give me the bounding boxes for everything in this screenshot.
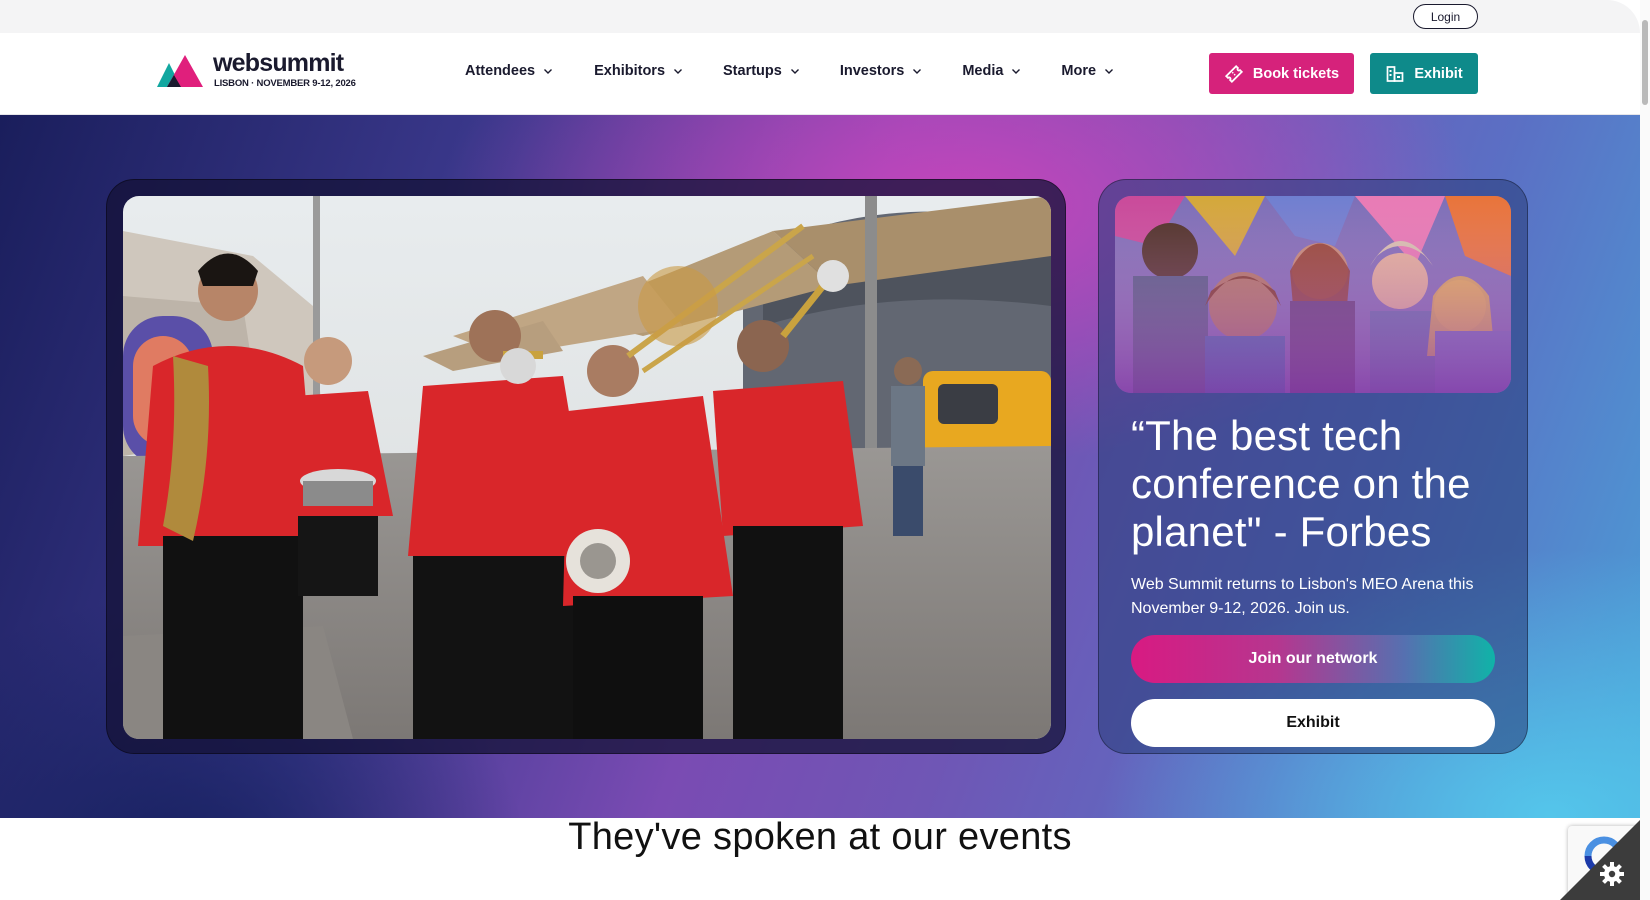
chevron-down-icon <box>1012 69 1021 74</box>
exhibit-header-label: Exhibit <box>1414 65 1463 82</box>
main-nav: Attendees Exhibitors Startups Investors … <box>465 63 1114 79</box>
attendees-image <box>1115 196 1511 393</box>
chevron-down-icon <box>544 69 553 74</box>
page-scrollbar[interactable] <box>1640 0 1650 900</box>
brass-band-image <box>123 196 1051 739</box>
nav-item-attendees[interactable]: Attendees <box>465 63 553 79</box>
nav-item-investors[interactable]: Investors <box>840 63 922 79</box>
chevron-down-icon <box>790 69 799 74</box>
join-network-button[interactable]: Join our network <box>1131 635 1495 683</box>
book-tickets-label: Book tickets <box>1252 65 1340 82</box>
building-icon <box>1386 65 1404 82</box>
nav-item-exhibitors[interactable]: Exhibitors <box>594 63 683 79</box>
video-frame <box>106 179 1066 754</box>
book-tickets-button[interactable]: Book tickets <box>1209 53 1354 94</box>
utility-bar: Login <box>0 0 1640 33</box>
websummit-logo[interactable]: websummit LISBON · NOVEMBER 9-12, 2026 <box>157 49 357 91</box>
nav-item-label: Media <box>962 63 1004 79</box>
logo-subtitle: LISBON · NOVEMBER 9-12, 2026 <box>214 78 356 89</box>
speakers-heading: They've spoken at our events <box>568 816 1072 858</box>
event-description: Web Summit returns to Lisbon's MEO Arena… <box>1131 576 1474 617</box>
quote-card: “The best tech conference on the planet"… <box>1098 179 1528 754</box>
scrollbar-thumb[interactable] <box>1642 20 1648 105</box>
exhibit-header-button[interactable]: Exhibit <box>1370 53 1478 94</box>
chevron-down-icon <box>674 69 683 74</box>
chevron-down-icon <box>1105 69 1114 74</box>
cookie-settings-button[interactable] <box>1560 820 1640 900</box>
chevron-down-icon <box>913 69 922 74</box>
nav-item-label: Exhibitors <box>594 63 666 79</box>
nav-item-media[interactable]: Media <box>962 63 1021 79</box>
hero-section: “The best tech conference on the planet"… <box>0 115 1640 818</box>
exhibit-card-button[interactable]: Exhibit <box>1131 699 1495 747</box>
gear-icon <box>1600 862 1624 886</box>
nav-item-label: Attendees <box>465 63 536 79</box>
nav-item-label: More <box>1061 63 1097 79</box>
nav-item-label: Startups <box>723 63 782 79</box>
logo-wordmark: websummit <box>213 49 344 77</box>
ticket-icon <box>1224 64 1243 83</box>
hero-video[interactable] <box>123 196 1051 739</box>
nav-item-label: Investors <box>839 63 905 79</box>
login-button[interactable]: Login <box>1413 4 1478 29</box>
attendees-photo <box>1115 196 1511 393</box>
nav-item-startups[interactable]: Startups <box>723 63 800 79</box>
forbes-quote: “The best tech conference on the planet"… <box>1131 412 1471 555</box>
site-header: websummit LISBON · NOVEMBER 9-12, 2026 A… <box>0 33 1640 115</box>
logo-mark-icon <box>157 55 203 87</box>
nav-item-more[interactable]: More <box>1061 63 1114 79</box>
